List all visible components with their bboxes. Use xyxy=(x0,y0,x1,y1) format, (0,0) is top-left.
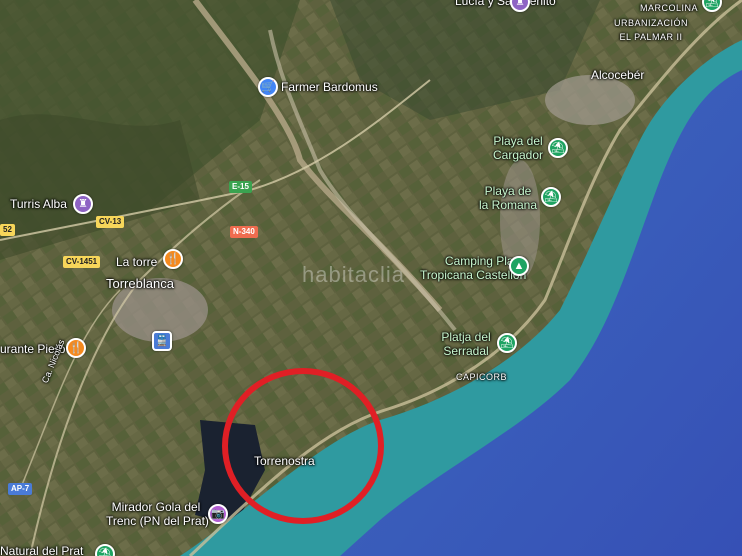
place-label-turris-alba: Turris Alba xyxy=(10,197,67,211)
mirador-line-1: Mirador Gola del xyxy=(111,500,201,514)
shopping-cart-icon[interactable]: 🛒 xyxy=(258,77,278,97)
place-label-capicorb: CAPICORB xyxy=(456,372,508,382)
place-label-lucia: Lucía y San Benito xyxy=(455,0,556,8)
highlight-circle xyxy=(222,368,384,524)
camera-icon[interactable]: 📷 xyxy=(208,504,228,524)
place-label-marcolina: MARCOLINA xyxy=(640,3,699,13)
romana-line-2: la Romana xyxy=(478,198,538,212)
place-label-torreblanca: Torreblanca xyxy=(106,276,174,291)
poi-label-cargador[interactable]: Playa del Cargador xyxy=(487,134,549,162)
beach-umbrella-icon[interactable]: ⛱ xyxy=(497,333,517,353)
road-shield-cv1451: CV-1451 xyxy=(63,256,101,268)
satellite-map[interactable]: habitaclia Lucía y San Benito MARCOLINA … xyxy=(0,0,742,556)
tent-icon[interactable]: ▲ xyxy=(509,256,529,276)
poi-label-farmer[interactable]: Farmer Bardomus xyxy=(281,80,378,94)
place-label-alcoceber: Alcocebér xyxy=(591,68,645,82)
romana-line-1: Playa de xyxy=(484,184,532,198)
castle-icon[interactable]: ♜ xyxy=(73,194,93,214)
road-shield-edge: 52 xyxy=(0,224,15,236)
serradal-line-2: Serradal xyxy=(443,344,489,358)
place-label-natural-prat: Natural del Prat xyxy=(0,544,84,556)
road-shield-e15: E-15 xyxy=(229,181,252,193)
urbanizacion-line-2: EL PALMAR II xyxy=(619,32,683,42)
road-shield-ap7: AP-7 xyxy=(8,483,33,495)
poi-label-mirador[interactable]: Mirador Gola del Trenc (PN del Prat) xyxy=(106,500,209,528)
road-shield-cv13: CV-13 xyxy=(96,216,125,228)
restaurant-icon[interactable]: 🍴 xyxy=(66,338,86,358)
road-shield-n340: N-340 xyxy=(230,226,258,238)
urbanizacion-line-1: URBANIZACIÓN xyxy=(613,18,688,28)
place-label-urbanizacion: URBANIZACIÓN EL PALMAR II xyxy=(611,16,691,44)
watermark: habitaclia xyxy=(302,262,405,287)
beach-umbrella-icon[interactable]: ⛱ xyxy=(541,187,561,207)
poi-label-serradal[interactable]: Platja del Serradal xyxy=(436,330,496,358)
train-station-icon[interactable]: 🚆 xyxy=(152,331,172,351)
mirador-line-2: Trenc (PN del Prat) xyxy=(106,514,209,528)
place-label-la-torre: La torre xyxy=(116,255,158,269)
poi-label-romana[interactable]: Playa de la Romana xyxy=(477,184,539,212)
beach-umbrella-icon[interactable]: ⛱ xyxy=(548,138,568,158)
serradal-line-1: Platja del xyxy=(441,330,491,344)
restaurant-icon[interactable]: 🍴 xyxy=(163,249,183,269)
cargador-line-1: Playa del xyxy=(493,134,543,148)
cargador-line-2: Cargador xyxy=(492,148,544,162)
